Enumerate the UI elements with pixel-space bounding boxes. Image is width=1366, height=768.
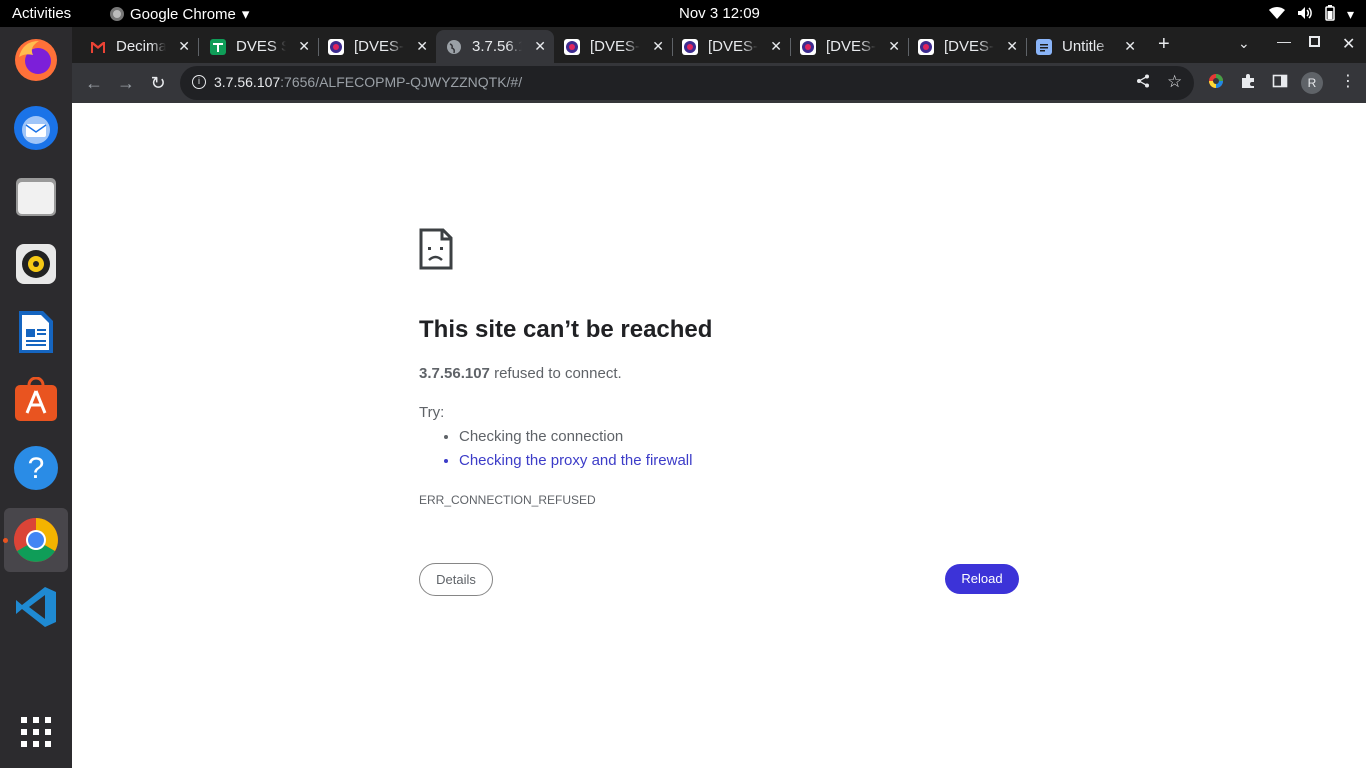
clock[interactable]: Nov 3 12:09	[679, 5, 760, 22]
dves-icon	[918, 38, 934, 55]
tab-dves-2[interactable]: [DVES- ✕	[554, 30, 673, 63]
reload-icon[interactable]: ↻	[146, 71, 170, 95]
menu-kebab-icon[interactable]: ⋮	[1340, 71, 1356, 91]
url-text[interactable]: 3.7.56.107:7656/ALFECOPMP-QJWYZZNQTK/#/	[214, 74, 522, 90]
close-tab-icon[interactable]: ✕	[1006, 38, 1018, 55]
activities-button[interactable]: Activities	[12, 5, 71, 22]
dves-icon	[328, 38, 344, 55]
tab-docs[interactable]: Untitle ✕	[1026, 30, 1144, 63]
svg-text:?: ?	[28, 452, 45, 485]
rhythmbox-icon[interactable]	[12, 240, 60, 288]
tab-dves-3[interactable]: [DVES- ✕	[672, 30, 791, 63]
volume-icon	[1297, 6, 1313, 23]
close-tab-icon[interactable]: ✕	[888, 38, 900, 55]
chrome-icon	[110, 7, 124, 21]
details-button[interactable]: Details	[419, 563, 493, 596]
close-window-icon[interactable]: ✕	[1342, 34, 1355, 54]
tab-dves-4[interactable]: [DVES- ✕	[790, 30, 909, 63]
chrome-window: Decima ✕ DVES S ✕ [DVES- ✕ 3.7.56.1 ✕ [D…	[72, 27, 1366, 768]
close-tab-icon[interactable]: ✕	[1124, 38, 1136, 55]
tab-title: 3.7.56.1	[472, 38, 522, 55]
app-menu[interactable]: Google Chrome ▾	[110, 5, 249, 23]
restore-icon[interactable]	[1309, 36, 1320, 47]
close-tab-icon[interactable]: ✕	[298, 38, 310, 55]
bookmark-star-icon[interactable]: ☆	[1167, 72, 1182, 92]
docs-icon	[1036, 38, 1052, 55]
close-tab-icon[interactable]: ✕	[652, 38, 664, 55]
address-bar[interactable]: i 3.7.56.107:7656/ALFECOPMP-QJWYZZNQTK/#…	[180, 66, 1194, 100]
battery-icon	[1325, 5, 1335, 24]
close-tab-icon[interactable]: ✕	[178, 38, 190, 55]
tab-title: [DVES-	[590, 38, 640, 55]
error-message-suffix: refused to connect.	[489, 365, 622, 382]
tab-search-icon[interactable]: ⌄	[1238, 35, 1250, 52]
new-tab-icon[interactable]: +	[1158, 33, 1170, 56]
running-indicator	[3, 538, 8, 543]
tab-title: Untitle	[1062, 38, 1105, 55]
dves-icon	[800, 38, 816, 55]
try-label: Try:	[419, 404, 445, 421]
toolbar: ← → ↻ i 3.7.56.107:7656/ALFECOPMP-QJWYZZ…	[72, 63, 1366, 103]
system-tray[interactable]: ▾	[1268, 5, 1354, 24]
url-path: :7656/ALFECOPMP-QJWYZZNQTK/#/	[280, 74, 523, 90]
close-tab-icon[interactable]: ✕	[770, 38, 782, 55]
tab-separator	[198, 38, 199, 56]
thunderbird-icon[interactable]	[12, 104, 60, 152]
error-heading: This site can’t be reached	[419, 316, 713, 343]
close-tab-icon[interactable]: ✕	[416, 38, 428, 55]
tab-title: [DVES-	[708, 38, 758, 55]
tab-title: [DVES-	[944, 38, 994, 55]
tab-strip: Decima ✕ DVES S ✕ [DVES- ✕ 3.7.56.1 ✕ [D…	[72, 27, 1366, 63]
libreoffice-writer-icon[interactable]	[12, 308, 60, 356]
gmail-icon	[90, 39, 106, 55]
files-icon[interactable]	[12, 172, 60, 220]
share-icon[interactable]	[1136, 74, 1150, 92]
url-host: 3.7.56.107	[214, 74, 281, 90]
suggestion-proxy-firewall-link[interactable]: Checking the proxy and the firewall	[459, 452, 692, 476]
forward-icon[interactable]: →	[114, 71, 138, 95]
ubuntu-software-icon[interactable]	[12, 376, 60, 424]
tab-dves-1[interactable]: [DVES- ✕	[318, 30, 436, 63]
dves-icon	[682, 38, 698, 55]
tab-dves-5[interactable]: [DVES- ✕	[908, 30, 1027, 63]
sheets-icon	[210, 38, 226, 55]
side-panel-icon[interactable]	[1272, 73, 1288, 93]
power-menu-caret-icon: ▾	[1346, 6, 1354, 22]
chrome-dock-icon[interactable]	[4, 508, 68, 572]
profile-avatar[interactable]: R	[1301, 72, 1323, 94]
error-code: ERR_CONNECTION_REFUSED	[419, 493, 596, 507]
tab-title: Decima	[116, 38, 166, 55]
app-menu-label: Google Chrome	[130, 5, 236, 23]
caret-down-icon: ▾	[241, 6, 250, 23]
reload-button[interactable]: Reload	[945, 564, 1019, 594]
color-extension-icon[interactable]	[1208, 73, 1224, 93]
close-tab-icon[interactable]: ✕	[534, 38, 546, 55]
tab-gmail[interactable]: Decima ✕	[80, 30, 199, 63]
error-message: 3.7.56.107 refused to connect.	[419, 365, 622, 382]
tab-title: [DVES-	[826, 38, 876, 55]
globe-icon	[446, 39, 462, 55]
tab-sheets[interactable]: DVES S ✕	[200, 30, 319, 63]
error-host: 3.7.56.107	[419, 365, 490, 382]
extensions-puzzle-icon[interactable]	[1240, 73, 1256, 93]
tab-title: DVES S	[236, 38, 286, 55]
minimize-icon[interactable]: —	[1277, 33, 1291, 49]
tab-active[interactable]: 3.7.56.1 ✕	[436, 30, 554, 63]
firefox-icon[interactable]	[12, 36, 60, 84]
show-applications-icon[interactable]	[12, 708, 60, 756]
back-icon[interactable]: ←	[82, 71, 106, 95]
help-icon[interactable]: ?	[12, 444, 60, 492]
suggestion-check-connection: Checking the connection	[459, 428, 692, 452]
dock: ?	[0, 27, 72, 768]
suggestions-list: Checking the connection Checking the pro…	[459, 428, 692, 476]
dves-icon	[564, 38, 580, 55]
error-page: This site can’t be reached 3.7.56.107 re…	[72, 103, 1366, 768]
tab-title: [DVES-	[354, 38, 404, 55]
wifi-icon	[1268, 6, 1285, 23]
site-info-icon[interactable]: i	[192, 75, 206, 89]
sad-page-icon	[419, 228, 453, 270]
vscode-icon[interactable]	[12, 583, 60, 631]
system-top-bar: Activities Google Chrome ▾ Nov 3 12:09 ▾	[0, 0, 1366, 27]
